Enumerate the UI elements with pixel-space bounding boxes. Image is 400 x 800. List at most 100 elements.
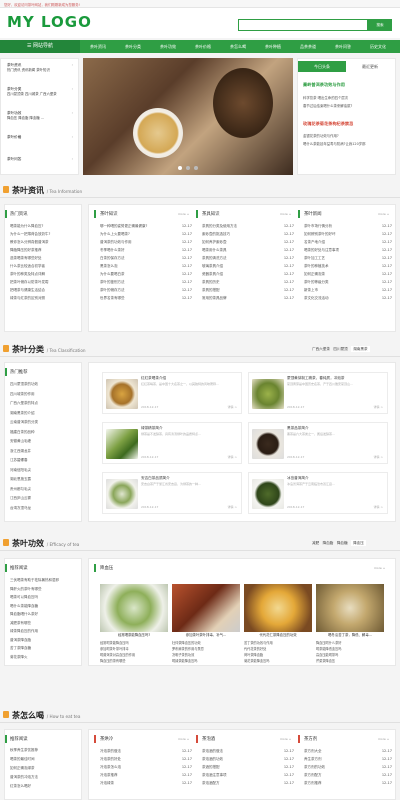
list-item[interactable]: 为什么要喝白茶 12-17 [100, 270, 192, 278]
list-item[interactable]: 普洱茶的功效与作用 12-17 [100, 238, 192, 246]
list-item[interactable]: 三伏喝茶有助于祛除暑热和湿邪 [10, 576, 80, 585]
list-item[interactable]: 茶方剂配方 12-17 [304, 771, 392, 779]
list-item[interactable]: 秋季养生茶饮推荐 [10, 746, 80, 755]
list-item[interactable]: 湖北恩施玉露 [10, 475, 80, 485]
banner-slider[interactable] [83, 58, 293, 175]
list-item[interactable]: 四川蒙顶茶的功效 [10, 380, 80, 390]
search-input[interactable] [238, 19, 368, 31]
nav-site-guide[interactable]: ☰ 网站导航 [0, 40, 80, 53]
more-link[interactable]: more + [378, 737, 389, 741]
list-item[interactable]: 台湾冻顶乌龙 [10, 504, 80, 514]
headline-item[interactable]: 春节过后结束喝什么茶来解油腻? [303, 102, 352, 110]
tab-latest-updates[interactable]: 最近更新 [346, 61, 394, 72]
sidebar-item[interactable]: 茶叶功效 › 降血压 降血脂 降血糖 ... [7, 111, 77, 121]
list-item[interactable]: 喝茶能为什么降血压? [10, 222, 80, 230]
nav-item[interactable]: 历史文化 [360, 40, 396, 53]
list-item[interactable]: 茶泡酒的功效 12-17 [202, 755, 294, 763]
list-item[interactable]: 菊花茶降火 [10, 653, 80, 662]
list-item[interactable]: 茶方剂的功效 12-17 [304, 763, 392, 771]
list-item[interactable]: 茶叶的种类及特点详解 [10, 270, 80, 278]
list-item[interactable]: 紫砂壶的挑选技巧 12-17 [202, 230, 294, 238]
list-item[interactable]: 瓷器茶具介绍 12-17 [202, 270, 294, 278]
nav-item[interactable]: 茶怎么喝 [220, 40, 256, 53]
tab[interactable]: 降血糖 [337, 541, 348, 545]
list-item[interactable]: 名茶产地介绍 12-17 [304, 238, 392, 246]
sidebar-item[interactable]: 茶叶价格 › [7, 135, 77, 140]
list-item[interactable]: 茶叶市场行情分析 12-17 [304, 222, 392, 230]
list-item[interactable]: 养生茶方剂 12-17 [304, 755, 392, 763]
list-item[interactable]: 茶叶加工工艺 12-17 [304, 254, 392, 262]
headline-item[interactable]: 科学饮茶 喝出生命的四个层次 [303, 94, 352, 102]
list-item[interactable]: 茶泡酒注意事项 12-17 [202, 771, 294, 779]
list-item[interactable]: 湖南黑茶的介绍 [10, 409, 80, 419]
list-item[interactable]: 新茶上市 12-17 [304, 286, 392, 294]
list-item[interactable]: 茶具的历史 12-17 [202, 278, 294, 286]
list-item[interactable]: 福建白茶的品种 [10, 428, 80, 438]
headline-title[interactable]: 玫瑰花茶菊花茶枸杞茶禁忌 [303, 121, 353, 127]
list-item[interactable]: 菊花茶能降血压吗 [244, 658, 312, 664]
list-item[interactable]: 黑茶怎么泡 12-17 [100, 262, 192, 270]
list-item[interactable]: 茶具的清洗方法 12-17 [202, 254, 294, 262]
tea-card[interactable]: 绿茶精茶简介 绿茶是不发酵茶，具有清汤绿叶的品质特点... 2018-12-17 详… [102, 422, 242, 464]
list-item[interactable]: 茶具的分类及使用方法 12-17 [202, 222, 294, 230]
list-item[interactable]: 降肝火的茶叶有哪些 [10, 585, 80, 594]
list-item[interactable]: 江西庐山云雾 [10, 494, 80, 504]
article-image[interactable] [172, 584, 240, 632]
list-item[interactable]: 什么茶比较适合初学者 [10, 262, 80, 270]
list-item[interactable]: 白茶的保存方法 12-17 [100, 254, 192, 262]
list-item[interactable]: 把喝茶与健康生活结合 [10, 286, 80, 294]
tab[interactable]: 降血脂 [323, 541, 334, 545]
more-link[interactable]: more + [378, 212, 389, 216]
list-item[interactable]: 绿茶降血压的作用 [10, 627, 80, 636]
nav-item[interactable]: 品茶茶道 [290, 40, 326, 53]
list-item[interactable]: 冷泡绿茶 12-17 [100, 779, 192, 787]
list-item[interactable]: 苦丁茶降血糖 [10, 644, 80, 653]
list-item[interactable]: 红茶怎么喝好 [10, 782, 80, 791]
slider-dot[interactable] [178, 166, 182, 170]
list-item[interactable]: 教你怎么分辨真假普洱茶 [10, 238, 80, 246]
list-item[interactable]: 降脂降压的好茶推荐 [10, 246, 80, 254]
tab-active[interactable]: 湖南黑茶 [351, 346, 370, 352]
tea-card[interactable]: 安吉白茶品质简介 安吉白茶产于浙江省安吉县，为绿茶的一种... 2018-12-1… [102, 472, 242, 514]
list-item[interactable]: 冷泡茶怎么泡 12-17 [100, 763, 192, 771]
list-item[interactable]: 浙江西湖龙井 [10, 447, 80, 457]
list-item[interactable]: 常用的茶具品牌 12-17 [202, 294, 294, 302]
more-link[interactable]: more + [280, 737, 291, 741]
article-image[interactable] [244, 584, 312, 632]
list-item[interactable]: 喝茶用什么茶具 12-17 [202, 246, 294, 254]
list-item[interactable]: 冬季喝什么茶好 12-17 [100, 246, 192, 254]
list-item[interactable]: 喝茶的最佳时间 [10, 755, 80, 764]
list-item[interactable]: 芹菜茶降血压 [316, 658, 384, 664]
list-item[interactable]: 绿茶与红茶的区别对照 [10, 294, 80, 302]
tab-active[interactable]: 降血压 [351, 540, 366, 546]
list-item[interactable]: 江苏碧螺春 [10, 456, 80, 466]
image-caption[interactable]: 喝冬瓜苦丁茶，降低、解毒... [316, 632, 384, 639]
headline-item[interactable]: 喝什么茶能延年益寿与防病?让我120岁那 [303, 140, 394, 148]
nav-item[interactable]: 茶叶价格 [185, 40, 221, 53]
slider-dot[interactable] [194, 166, 198, 170]
list-item[interactable]: 降血压的茶有哪些 [100, 658, 168, 664]
tea-card[interactable]: 黑茶品茶简介 黑茶是六大茶类之一，属后发酵茶... 2018-12-17 详情 > [248, 422, 388, 464]
list-item[interactable]: 喝茶可以降血压吗 [10, 593, 80, 602]
list-item[interactable]: 贵州都匀毛尖 [10, 485, 80, 495]
site-logo[interactable]: MY LOGO [7, 13, 92, 31]
list-item[interactable]: 茶方剂推荐 12-17 [304, 779, 392, 787]
image-caption[interactable]: 代代花仁茶降血压的功效 [244, 632, 312, 639]
list-item[interactable]: 茶酒的搭配 12-17 [202, 763, 294, 771]
list-item[interactable]: 安徽黄山毛峰 [10, 437, 80, 447]
more-link[interactable]: more + [178, 737, 189, 741]
list-item[interactable]: 喝绿茶能降血压吗 [172, 658, 240, 664]
nav-item[interactable]: 茶叶问答 [325, 40, 361, 53]
list-item[interactable]: 冷泡茶推荐 12-17 [100, 771, 192, 779]
article-image[interactable] [100, 584, 168, 632]
list-item[interactable]: 哪一种喝的姿势更正确最健康? 12-17 [100, 222, 192, 230]
nav-item[interactable]: 茶叶功效 [150, 40, 186, 53]
tab-today-headlines[interactable]: 今日头条 [298, 61, 346, 72]
list-item[interactable]: 如何正确泡绿茶 [10, 764, 80, 773]
list-item[interactable]: 茶具的搭配 12-17 [202, 286, 294, 294]
list-item[interactable]: 如何正确泡茶 12-17 [304, 270, 392, 278]
list-item[interactable]: 茶叶的储存方法 12-17 [100, 286, 192, 294]
list-item[interactable]: 茶文化交流活动 12-17 [304, 294, 392, 302]
list-item[interactable]: 冷泡茶的好处 12-17 [100, 755, 192, 763]
nav-item[interactable]: 茶叶种植 [255, 40, 291, 53]
